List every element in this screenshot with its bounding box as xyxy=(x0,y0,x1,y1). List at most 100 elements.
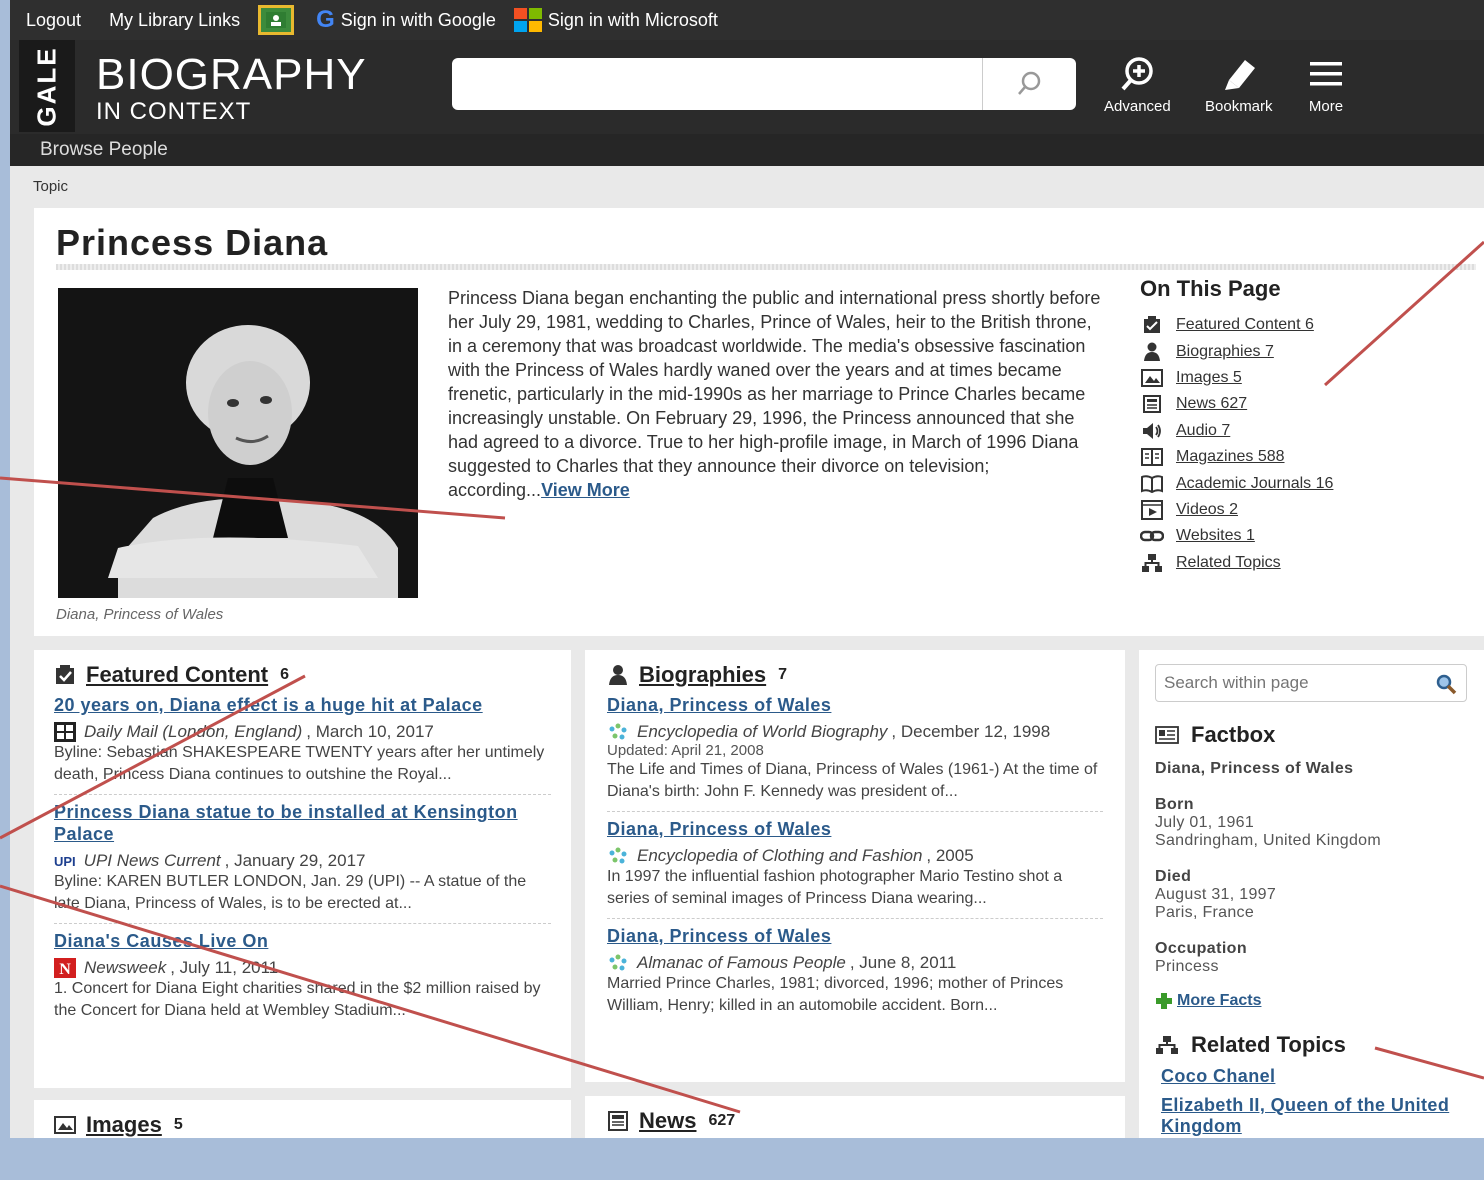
featured-heading-link[interactable]: Featured Content xyxy=(86,662,268,688)
featured-item-title[interactable]: Princess Diana statue to be installed at… xyxy=(54,801,551,845)
on-this-page-link[interactable]: Videos 2 xyxy=(1176,501,1238,519)
updated-date: Updated: April 21, 2008 xyxy=(607,742,764,759)
more-menu-button[interactable]: More xyxy=(1308,56,1344,115)
person-icon xyxy=(609,665,627,685)
gale-logo[interactable]: GALE xyxy=(19,40,75,132)
images-heading-link[interactable]: Images xyxy=(86,1112,162,1138)
on-this-page-link[interactable]: Academic Journals 16 xyxy=(1176,475,1333,493)
biography-item-title[interactable]: Diana, Princess of Wales xyxy=(607,818,1103,840)
related-topic-link[interactable]: Coco Chanel xyxy=(1161,1066,1468,1087)
biography-item-title[interactable]: Diana, Princess of Wales xyxy=(607,694,1103,716)
died-place: Paris, France xyxy=(1155,904,1255,921)
sign-in-microsoft[interactable]: Sign in with Microsoft xyxy=(513,8,718,32)
related-topics-list: Coco Chanel Elizabeth II, Queen of the Un… xyxy=(1161,1066,1468,1137)
on-this-page-link[interactable]: News 627 xyxy=(1176,395,1247,413)
library-links[interactable]: My Library Links xyxy=(109,10,240,31)
brand-title[interactable]: BIOGRAPHY xyxy=(96,50,367,100)
topic-portrait-image[interactable] xyxy=(58,288,418,598)
on-this-page-heading: On This Page xyxy=(1140,276,1281,301)
images-header: Images 5 xyxy=(54,1112,551,1138)
biographies-header: Biographies 7 xyxy=(607,662,1103,688)
biographies-heading-link[interactable]: Biographies xyxy=(639,662,766,688)
search-within-page-input[interactable] xyxy=(1156,665,1426,701)
biographies-section: Biographies 7 Diana, Princess of Wales En… xyxy=(585,650,1125,1082)
utility-bar: Logout My Library Links G Sign in with G… xyxy=(10,0,1484,40)
search-button[interactable] xyxy=(982,58,1076,110)
related-topic-link[interactable]: Elizabeth II, Queen of the United Kingdo… xyxy=(1161,1095,1468,1137)
source-title: Daily Mail (London, England) xyxy=(84,722,303,741)
browse-people-link[interactable]: Browse People xyxy=(40,139,168,161)
featured-item-title[interactable]: 20 years on, Diana effect is a huge hit … xyxy=(54,694,551,716)
magazine-icon xyxy=(1140,447,1164,467)
breadcrumb: Topic xyxy=(33,178,69,195)
svg-text:N: N xyxy=(59,961,71,978)
on-this-page-item: Featured Content 6 xyxy=(1140,312,1470,338)
bookmark-label: Bookmark xyxy=(1205,98,1273,115)
featured-item-snippet: Byline: KAREN BUTLER LONDON, Jan. 29 (UP… xyxy=(54,873,527,912)
on-this-page-link[interactable]: Audio 7 xyxy=(1176,422,1230,440)
on-this-page-link[interactable]: Related Topics xyxy=(1176,554,1281,572)
view-more-link[interactable]: View More xyxy=(541,480,630,500)
advanced-label: Advanced xyxy=(1104,98,1171,115)
newsweek-icon: N xyxy=(54,958,76,978)
images-section: Images 5 xyxy=(34,1100,571,1138)
more-facts-link[interactable]: More Facts xyxy=(1177,992,1261,1010)
image-icon xyxy=(54,1116,76,1134)
biographies-list: Diana, Princess of Wales Encyclopedia of … xyxy=(607,688,1103,1025)
featured-item: Princess Diana statue to be installed at… xyxy=(54,795,551,924)
news-header: News 627 xyxy=(607,1108,1103,1134)
occupation-value: Princess xyxy=(1155,958,1219,975)
topic-summary: Princess Diana began enchanting the publ… xyxy=(448,286,1102,502)
featured-count: 6 xyxy=(280,666,290,683)
featured-list: 20 years on, Diana effect is a huge hit … xyxy=(54,688,551,1030)
advanced-search-button[interactable]: Advanced xyxy=(1104,56,1171,115)
factbox-heading: Factbox xyxy=(1191,722,1276,747)
featured-item-snippet: Byline: Sebastian SHAKESPEARE TWENTY yea… xyxy=(54,744,545,783)
advanced-search-icon xyxy=(1121,57,1154,91)
speaker-icon xyxy=(1140,421,1164,441)
featured-item-source: N Newsweek, July 11, 2011 xyxy=(54,958,551,978)
news-heading-link[interactable]: News xyxy=(639,1108,696,1134)
on-this-page-link[interactable]: Featured Content 6 xyxy=(1176,316,1314,334)
sign-in-microsoft-label: Sign in with Microsoft xyxy=(547,9,718,30)
google-classroom-icon[interactable] xyxy=(258,5,295,35)
hierarchy-icon xyxy=(1156,1036,1178,1054)
link-icon xyxy=(1140,526,1164,546)
on-this-page-link[interactable]: Images 5 xyxy=(1176,369,1242,387)
google-icon: G xyxy=(316,6,335,33)
newspaper-icon xyxy=(608,1111,628,1131)
featured-item-title[interactable]: Diana's Causes Live On xyxy=(54,930,551,952)
image-icon xyxy=(1140,368,1164,388)
logout-link[interactable]: Logout xyxy=(26,10,81,31)
source-date: , March 10, 2017 xyxy=(306,722,434,741)
on-this-page-item: Videos 2 xyxy=(1140,497,1470,523)
news-section: News 627 xyxy=(585,1096,1125,1138)
on-this-page-list: Featured Content 6 Biographies 7 Images 5 N… xyxy=(1140,312,1470,576)
search-within-page xyxy=(1155,664,1467,702)
born-place: Sandringham, United Kingdom xyxy=(1155,832,1382,849)
on-this-page-link[interactable]: Websites 1 xyxy=(1176,527,1255,545)
biography-item-source: Encyclopedia of World Biography, Decembe… xyxy=(607,722,1103,742)
on-this-page-item: Related Topics xyxy=(1140,550,1470,576)
microsoft-icon xyxy=(513,8,542,32)
on-this-page-item: Audio 7 xyxy=(1140,418,1470,444)
bookmark-button[interactable]: Bookmark xyxy=(1205,56,1273,115)
gale-reference-icon xyxy=(607,846,629,866)
on-this-page-link[interactable]: Magazines 588 xyxy=(1176,448,1285,466)
biography-item-snippet: In 1997 the influential fashion photogra… xyxy=(607,868,1063,907)
featured-item: 20 years on, Diana effect is a huge hit … xyxy=(54,688,551,795)
on-this-page-link[interactable]: Biographies 7 xyxy=(1176,343,1274,361)
on-this-page: On This Page Featured Content 6 Biographi… xyxy=(1140,276,1470,576)
born-date: July 01, 1961 xyxy=(1155,814,1255,831)
biography-item-title[interactable]: Diana, Princess of Wales xyxy=(607,925,1103,947)
source-date: , December 12, 1998 xyxy=(891,722,1051,741)
gale-reference-icon xyxy=(607,953,629,973)
sign-in-google[interactable]: G Sign in with Google xyxy=(316,6,496,34)
biography-item-snippet: The Life and Times of Diana, Princess of… xyxy=(607,761,1098,800)
on-this-page-item: News 627 xyxy=(1140,391,1470,417)
person-icon xyxy=(1140,342,1164,362)
summary-text: Princess Diana began enchanting the publ… xyxy=(448,288,1101,500)
magnifier-icon[interactable] xyxy=(1434,672,1458,696)
book-icon xyxy=(1140,474,1164,494)
search-input[interactable] xyxy=(452,58,972,110)
